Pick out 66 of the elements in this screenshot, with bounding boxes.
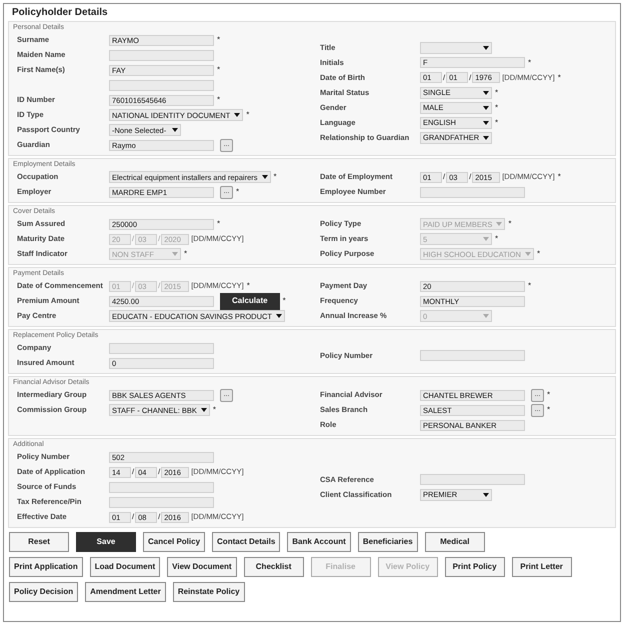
caret-icon: [496, 222, 502, 226]
caret-icon: [172, 128, 178, 132]
action-button[interactable]: Bank Account: [287, 532, 351, 552]
required-marker: *: [282, 296, 286, 306]
action-button[interactable]: Print Letter: [512, 557, 572, 577]
caret-icon: [483, 106, 489, 110]
required-marker: *: [495, 88, 498, 98]
required-marker: *: [236, 187, 240, 197]
required-marker: *: [528, 281, 532, 291]
required-marker: *: [547, 390, 550, 400]
caret-icon: [200, 408, 207, 412]
required-marker: *: [508, 219, 512, 229]
action-button[interactable]: Cancel Policy: [143, 532, 206, 552]
caret-icon: [483, 492, 489, 496]
caret-icon: [262, 175, 268, 179]
dropdown-field[interactable]: [420, 42, 492, 54]
required-marker: *: [495, 102, 498, 112]
required-marker: *: [246, 110, 250, 120]
text-field[interactable]: [109, 80, 214, 90]
action-button[interactable]: Save: [76, 532, 136, 552]
page-title: Policyholder Details: [12, 6, 108, 18]
calculate-button[interactable]: Calculate: [220, 292, 280, 310]
required-marker: *: [274, 172, 277, 182]
caret-icon: [234, 113, 240, 117]
action-button[interactable]: Print Application: [9, 557, 83, 577]
action-button[interactable]: Load Document: [90, 557, 160, 577]
action-button[interactable]: Policy Decision: [9, 582, 78, 602]
required-marker: *: [495, 234, 498, 244]
action-button[interactable]: Checklist: [244, 557, 304, 577]
action-button[interactable]: Beneficiaries: [358, 532, 418, 552]
required-marker: *: [558, 72, 561, 82]
caret-icon: [483, 136, 490, 140]
action-button[interactable]: Amendment Letter: [85, 582, 166, 602]
text-field[interactable]: [109, 496, 214, 508]
action-button[interactable]: Print Policy: [444, 557, 505, 577]
action-button[interactable]: Reset: [9, 532, 69, 552]
required-marker: *: [217, 219, 220, 229]
required-marker: *: [528, 58, 532, 68]
required-marker: *: [212, 405, 216, 415]
required-marker: *: [558, 172, 561, 182]
action-button[interactable]: Contact Details: [212, 532, 280, 552]
required-marker: *: [246, 281, 250, 291]
required-marker: *: [217, 95, 220, 105]
caret-icon: [483, 120, 489, 124]
required-marker: *: [217, 65, 220, 75]
text-field[interactable]: [109, 482, 214, 492]
action-button[interactable]: Reinstate Policy: [172, 582, 245, 602]
caret-icon: [483, 90, 489, 94]
caret-icon: [483, 237, 489, 241]
required-marker: *: [184, 249, 188, 259]
text-field[interactable]: [420, 474, 525, 485]
text-field[interactable]: [420, 186, 525, 198]
caret-icon: [172, 252, 178, 256]
text-field[interactable]: [109, 50, 214, 60]
action-button[interactable]: Medical: [424, 532, 485, 552]
caret-icon: [524, 252, 531, 256]
caret-icon: [276, 314, 282, 318]
required-marker: *: [217, 35, 220, 45]
caret-icon: [483, 46, 489, 50]
caret-icon: [483, 314, 489, 318]
text-field[interactable]: [420, 350, 525, 361]
required-marker: *: [536, 249, 540, 259]
text-field[interactable]: [109, 342, 214, 354]
required-marker: *: [547, 405, 550, 415]
action-button[interactable]: View Document: [167, 557, 237, 577]
required-marker: *: [495, 118, 498, 128]
